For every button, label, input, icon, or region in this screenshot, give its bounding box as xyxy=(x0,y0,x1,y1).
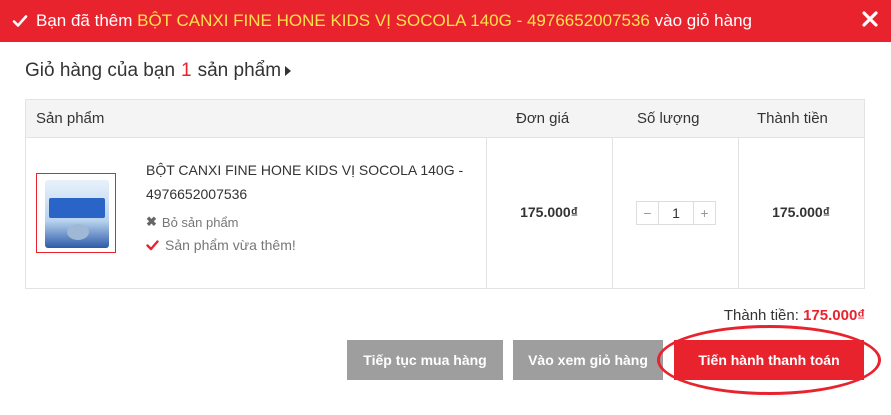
close-icon[interactable] xyxy=(861,10,879,28)
header-product: Sản phẩm xyxy=(36,110,105,127)
package-mascot xyxy=(67,224,89,240)
unit-price: 175.000₫ xyxy=(520,204,578,220)
just-added-notice: Sản phẩm vừa thêm! xyxy=(146,237,296,253)
caret-right-icon xyxy=(285,66,292,76)
continue-shopping-button[interactable]: Tiếp tục mua hàng xyxy=(347,340,503,380)
header-price: Đơn giá xyxy=(516,110,570,127)
summary-label: Thành tiền: xyxy=(723,307,799,324)
checkout-button[interactable]: Tiến hành thanh toán xyxy=(674,340,864,380)
checkmark-icon xyxy=(146,239,159,252)
increase-quantity-button[interactable]: + xyxy=(693,202,715,224)
banner-product-name: BỘT CANXI FINE HONE KIDS VỊ SOCOLA 140G … xyxy=(137,11,650,30)
remove-product-button[interactable]: ✖ Bỏ sản phẩm xyxy=(146,214,239,230)
table-header: Sản phẩm Đơn giá Số lượng Thành tiền xyxy=(26,100,864,138)
cart-title-suffix: sản phẩm xyxy=(197,60,282,81)
cart-summary: Thành tiền: 175.000₫ xyxy=(724,307,865,324)
quantity-value[interactable]: 1 xyxy=(659,202,693,224)
cart-item-count: 1 xyxy=(181,60,192,81)
product-name-link[interactable]: BỘT CANXI FINE HONE KIDS VỊ SOCOLA 140G … xyxy=(146,158,466,206)
package-label-band xyxy=(49,198,105,218)
table-row: BỘT CANXI FINE HONE KIDS VỊ SOCOLA 140G … xyxy=(26,138,864,288)
x-icon: ✖ xyxy=(146,214,157,229)
notification-banner: Bạn đã thêm BỘT CANXI FINE HONE KIDS VỊ … xyxy=(0,0,891,42)
header-quantity: Số lượng xyxy=(637,110,700,127)
just-added-label: Sản phẩm vừa thêm! xyxy=(165,237,296,253)
decrease-quantity-button[interactable]: − xyxy=(637,202,659,224)
remove-product-label: Bỏ sản phẩm xyxy=(161,214,239,230)
banner-prefix: Bạn đã thêm xyxy=(36,11,138,30)
product-image[interactable] xyxy=(36,173,116,253)
header-total: Thành tiền xyxy=(757,110,828,127)
cart-title: Giỏ hàng của bạn 1 sản phẩm xyxy=(25,60,292,82)
check-icon xyxy=(12,13,28,29)
product-package-graphic xyxy=(45,180,109,248)
view-cart-button[interactable]: Vào xem giỏ hàng xyxy=(513,340,663,380)
line-total: 175.000₫ xyxy=(772,204,830,220)
quantity-stepper: − 1 + xyxy=(636,201,716,225)
cart-title-prefix: Giỏ hàng của bạn xyxy=(25,60,176,81)
cart-table: Sản phẩm Đơn giá Số lượng Thành tiền BỘT… xyxy=(25,99,865,289)
banner-suffix: vào giỏ hàng xyxy=(649,11,752,30)
column-divider xyxy=(612,138,613,288)
summary-amount: 175.000₫ xyxy=(803,307,865,324)
